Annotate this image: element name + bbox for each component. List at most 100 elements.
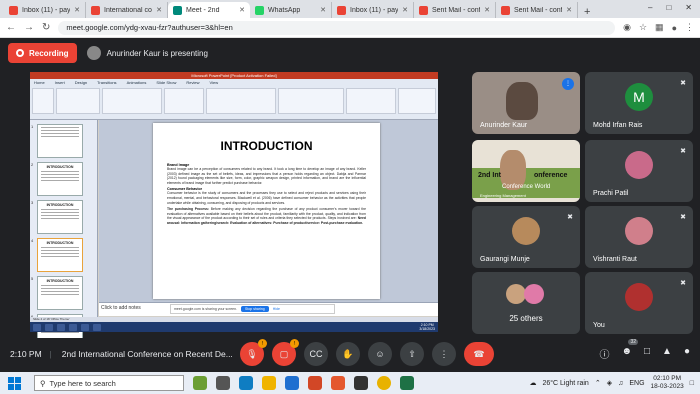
tab-close-icon[interactable]: ✕ (320, 6, 326, 14)
tab-close-icon[interactable]: ✕ (402, 6, 408, 14)
ribbon-tab[interactable]: View (210, 80, 219, 85)
forward-icon[interactable]: → (24, 22, 34, 33)
browser-tab[interactable]: International co ✕ (86, 2, 168, 18)
banner-text: Conference World (502, 184, 551, 190)
slide-thumbnail[interactable]: INTRODUCTION (37, 162, 83, 196)
participant-tile[interactable]: ⋮ Anurinder Kaur (472, 72, 580, 134)
star-icon[interactable]: ☆ (639, 22, 647, 33)
ribbon-tab[interactable]: Slide Show (156, 80, 176, 85)
weather-text[interactable]: 26°C Light rain (542, 380, 588, 387)
captions-button[interactable]: CC (304, 342, 328, 366)
slide-title: INTRODUCTION (220, 139, 313, 153)
back-icon[interactable]: ← (6, 22, 16, 33)
search-placeholder: Type here to search (49, 378, 116, 388)
participant-tile[interactable]: ✖ Vishranti Raut (585, 206, 693, 268)
excel-icon[interactable] (400, 376, 414, 390)
info-icon[interactable]: ⓘ (599, 346, 609, 361)
lock-icon[interactable]: ● (684, 346, 690, 361)
minimize-icon[interactable]: – (648, 3, 652, 12)
new-tab-icon[interactable]: + (578, 6, 596, 18)
presented-screen[interactable]: Microsoft PowerPoint [Product Activation… (30, 72, 438, 348)
edge-icon[interactable] (239, 376, 253, 390)
activities-icon[interactable]: ▲ (662, 346, 672, 361)
leave-call-button[interactable]: ☎ (464, 342, 494, 366)
thumbnail-number: 1 (31, 124, 34, 129)
tray-chevron-icon[interactable]: ⌃ (595, 379, 601, 387)
recording-badge[interactable]: Recording (8, 43, 77, 63)
media-icon[interactable] (354, 376, 368, 390)
tab-close-icon[interactable]: ✕ (484, 6, 490, 14)
chat-icon[interactable]: □ (644, 346, 650, 361)
participant-tile[interactable]: ✖ Gaurangi Munje (472, 206, 580, 268)
stop-sharing-button[interactable]: Stop sharing (241, 306, 269, 312)
slide-thumbnail[interactable]: INTRODUCTION (37, 276, 83, 310)
hide-button[interactable]: Hide (273, 307, 280, 311)
camera-icon[interactable]: ◉ (623, 22, 631, 33)
thumbnail-number: 5 (31, 276, 34, 281)
people-icon[interactable]: ☻ 32 (621, 339, 638, 361)
powerpoint-icon[interactable] (308, 376, 322, 390)
inner-clock-date: 3/18/2023 (419, 327, 435, 331)
menu-icon[interactable]: ⋮ (685, 22, 694, 33)
browser-tab[interactable]: Inbox (11) - pay ✕ (332, 2, 414, 18)
tab-close-icon[interactable]: ✕ (156, 6, 162, 14)
participant-tile[interactable]: M ✖ Mohd Irfan Rais (585, 72, 693, 134)
chrome-icon[interactable] (377, 376, 391, 390)
mic-button[interactable]: 🎙! (240, 339, 267, 366)
notification-icon[interactable]: □ (690, 380, 694, 387)
browser-tab[interactable]: Sent Mail - conf ✕ (414, 2, 496, 18)
emoji-button[interactable]: ☺ (368, 342, 392, 366)
speaking-icon: ⋮ (562, 78, 574, 90)
ribbon-tab[interactable]: Design (75, 80, 87, 85)
file-explorer-icon[interactable] (262, 376, 276, 390)
task-view-icon[interactable] (216, 376, 230, 390)
others-tile[interactable]: 25 others (472, 272, 580, 334)
mail-icon[interactable] (285, 376, 299, 390)
network-icon[interactable]: ◈ (607, 379, 612, 387)
slide-thumbnail[interactable]: INTRODUCTION (37, 238, 83, 272)
ribbon-tab[interactable]: Transitions (97, 80, 116, 85)
slide-thumbnail[interactable] (37, 124, 83, 158)
raise-hand-button[interactable]: ✋ (336, 342, 360, 366)
tab-close-icon[interactable]: ✕ (74, 6, 80, 14)
inner-app-icon (81, 323, 89, 331)
present-button[interactable]: ⇧ (400, 342, 424, 366)
recycle-icon[interactable] (193, 376, 207, 390)
camera-button[interactable]: ▢! (272, 339, 299, 366)
brand-image-text: Brand image can be a perception of consu… (167, 167, 366, 185)
self-tile[interactable]: ✖ You (585, 272, 693, 334)
tab-close-icon[interactable]: ✕ (239, 6, 245, 14)
extensions-icon[interactable]: ▦ (655, 22, 664, 33)
taskbar-clock[interactable]: 02:10 PM 18-03-2023 (651, 375, 684, 391)
ribbon-tab[interactable]: Review (186, 80, 199, 85)
close-icon[interactable]: ✕ (685, 3, 692, 12)
slide-thumbnails: 1 2 INTRODUCTION 3 INTRODUCTION 4 INTRODUCTION… (30, 120, 98, 348)
avatar (625, 151, 653, 179)
ribbon-tab[interactable]: Home (34, 80, 45, 85)
filezilla-icon[interactable] (331, 376, 345, 390)
ribbon-group (32, 88, 54, 114)
ribbon-tab[interactable]: Insert (55, 80, 65, 85)
avatar: M (625, 83, 653, 111)
browser-tab[interactable]: WhatsApp ✕ (250, 2, 332, 18)
browser-tab[interactable]: Sent Mail - conf ✕ (496, 2, 578, 18)
taskbar-search[interactable]: ⚲ Type here to search (34, 375, 184, 391)
record-dot-icon (16, 49, 24, 57)
browser-tab[interactable]: Inbox (11) - pay ✕ (4, 2, 86, 18)
volume-icon[interactable]: ♫ (618, 380, 623, 387)
windows-start-icon[interactable] (8, 376, 24, 390)
participant-tile[interactable]: 2nd Int onference Conference World Engin… (472, 140, 580, 202)
language-indicator[interactable]: ENG (629, 380, 644, 387)
profile-icon[interactable]: ● (672, 23, 677, 33)
browser-tab[interactable]: Meet - 2nd ✕ (168, 2, 250, 18)
tab-close-icon[interactable]: ✕ (566, 6, 572, 14)
meet-header: Recording Anurinder Kaur is presenting (0, 38, 700, 68)
url-field[interactable]: meet.google.com/ydg-xvau-fzr?authuser=3&… (58, 20, 616, 35)
participant-tile[interactable]: ✖ Prachi Patil (585, 140, 693, 202)
url-text: meet.google.com/ydg-xvau-fzr?authuser=3&… (66, 23, 233, 32)
ribbon-tab[interactable]: Animations (127, 80, 147, 85)
slide-thumbnail[interactable]: INTRODUCTION (37, 200, 83, 234)
maximize-icon[interactable]: □ (666, 3, 671, 12)
reload-icon[interactable]: ↻ (42, 22, 50, 33)
more-options-button[interactable]: ⋮ (432, 342, 456, 366)
